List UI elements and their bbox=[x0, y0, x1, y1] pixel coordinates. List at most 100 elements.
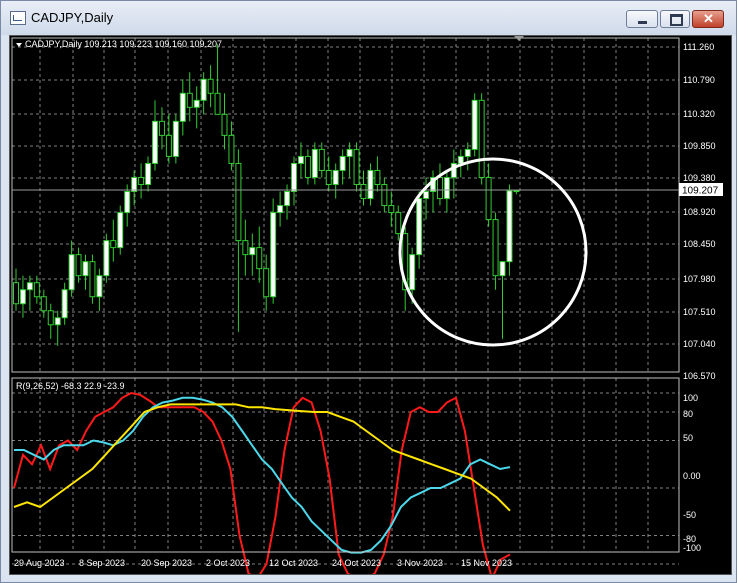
candle-body bbox=[19, 289, 26, 305]
candle-body bbox=[263, 268, 270, 298]
candle-body bbox=[513, 190, 520, 193]
y-tick-label: 110.790 bbox=[683, 75, 715, 85]
candle-body bbox=[145, 162, 152, 185]
y-tick-label: 107.040 bbox=[683, 339, 716, 349]
candle-body bbox=[457, 155, 464, 164]
red-line bbox=[13, 391, 511, 582]
candle-body bbox=[200, 78, 207, 101]
candle-body bbox=[388, 205, 395, 214]
candle-body bbox=[297, 155, 304, 164]
x-tick-label: 20 Sep 2023 bbox=[141, 558, 192, 568]
candle-body bbox=[506, 190, 513, 263]
candle-body bbox=[332, 169, 339, 185]
yellow-line bbox=[13, 403, 511, 512]
candle-body bbox=[207, 78, 214, 94]
candle-body bbox=[33, 282, 40, 298]
candle-body bbox=[124, 191, 131, 214]
main-grid bbox=[12, 38, 679, 372]
candle-body bbox=[478, 99, 485, 178]
y-tick-label: 107.510 bbox=[683, 307, 716, 317]
minimize-button[interactable] bbox=[626, 10, 658, 28]
y-tick-label: 109.380 bbox=[683, 173, 716, 183]
chart-window: CADJPY,Daily 109.207 CADJPY,Daily 109.21… bbox=[0, 0, 737, 583]
indicator-panel-frame bbox=[11, 377, 680, 553]
candle-body bbox=[318, 148, 325, 171]
x-tick-label: 15 Nov 2023 bbox=[461, 558, 512, 568]
candle-body bbox=[395, 212, 402, 235]
candle-body bbox=[381, 183, 388, 207]
main-panel-frame bbox=[11, 37, 680, 373]
chart-area[interactable]: 109.207 CADJPY,Daily 109.213 109.223 109… bbox=[9, 35, 732, 582]
current-price-label: 109.207 bbox=[682, 186, 719, 197]
candle-body bbox=[249, 247, 256, 256]
ind-tick-label: -100 bbox=[683, 543, 701, 553]
candle-body bbox=[242, 240, 249, 256]
ind-tick-label: -50 bbox=[683, 510, 696, 520]
candle-body bbox=[325, 169, 332, 185]
ind-tick-label: 100 bbox=[683, 393, 698, 403]
candle-body bbox=[158, 120, 165, 136]
candle-body bbox=[277, 205, 284, 214]
title-bar[interactable]: CADJPY,Daily bbox=[1, 1, 736, 35]
candle-body bbox=[138, 176, 145, 185]
candle-body bbox=[54, 317, 61, 326]
y-tick-label: 107.980 bbox=[683, 274, 716, 284]
x-tick-label: 2 Oct 2023 bbox=[206, 558, 250, 568]
candle-body bbox=[423, 191, 430, 200]
candle-body bbox=[492, 219, 499, 277]
candle-body bbox=[26, 282, 33, 291]
y-tick-label: 108.920 bbox=[683, 207, 716, 217]
x-tick-label: 24 Oct 2023 bbox=[332, 558, 381, 568]
candle-body bbox=[367, 169, 374, 200]
candle-body bbox=[464, 148, 471, 157]
candle-body bbox=[409, 254, 416, 291]
candle-body bbox=[47, 310, 54, 326]
indicator-lines bbox=[13, 391, 511, 582]
candle-body bbox=[172, 120, 179, 157]
cyan-line bbox=[14, 396, 511, 554]
candle-body bbox=[228, 134, 235, 164]
indicator-grid bbox=[12, 378, 679, 565]
candle-body bbox=[13, 282, 19, 305]
candle-body bbox=[89, 261, 96, 298]
main-y-axis: 111.260 110.790 110.320 109.850 109.380 … bbox=[683, 42, 716, 381]
candle-body bbox=[436, 176, 443, 200]
candle-body bbox=[103, 240, 110, 277]
maximize-button[interactable] bbox=[660, 10, 690, 28]
main-panel-info: CADJPY,Daily 109.213 109.223 109.160 109… bbox=[25, 39, 222, 49]
candle-body bbox=[235, 162, 242, 242]
collapse-arrow-icon[interactable] bbox=[16, 43, 22, 47]
ind-tick-label: 0.00 bbox=[683, 471, 701, 481]
candle-body bbox=[360, 183, 367, 200]
candle-body bbox=[374, 169, 381, 185]
candle-body bbox=[117, 212, 124, 249]
candle-body bbox=[485, 176, 492, 221]
candle-body bbox=[40, 296, 47, 312]
close-button[interactable] bbox=[692, 10, 724, 28]
candle-body bbox=[499, 261, 506, 277]
indicator-y-axis: 100 80 50 0.00 -50 -80 -100 bbox=[683, 393, 701, 553]
candle-body bbox=[221, 113, 228, 136]
candle-body bbox=[416, 198, 423, 256]
x-tick-label: 3 Nov 2023 bbox=[397, 558, 443, 568]
candle-body bbox=[256, 247, 263, 270]
candle-body bbox=[193, 99, 200, 108]
candle-body bbox=[110, 240, 117, 249]
y-tick-label: 111.260 bbox=[683, 42, 714, 52]
x-tick-label: 29 Aug 2023 bbox=[14, 558, 65, 568]
y-tick-label: 108.450 bbox=[683, 239, 716, 249]
candle-body bbox=[443, 176, 450, 200]
candle-body bbox=[75, 254, 82, 277]
candle-body bbox=[353, 148, 360, 185]
ind-tick-label: 80 bbox=[683, 409, 693, 419]
indicator-panel-info: R(9,26,52) -68.3 22.9 -23.9 bbox=[16, 381, 125, 391]
candle-body bbox=[165, 134, 172, 157]
window-title: CADJPY,Daily bbox=[31, 10, 114, 25]
candle-body bbox=[214, 92, 221, 115]
candle-body bbox=[152, 120, 158, 164]
ind-tick-label: 50 bbox=[683, 433, 693, 443]
candlestick-series bbox=[13, 44, 520, 346]
candle-body bbox=[131, 176, 138, 193]
candle-body bbox=[186, 92, 193, 108]
y-tick-label: 106.570 bbox=[683, 371, 716, 381]
